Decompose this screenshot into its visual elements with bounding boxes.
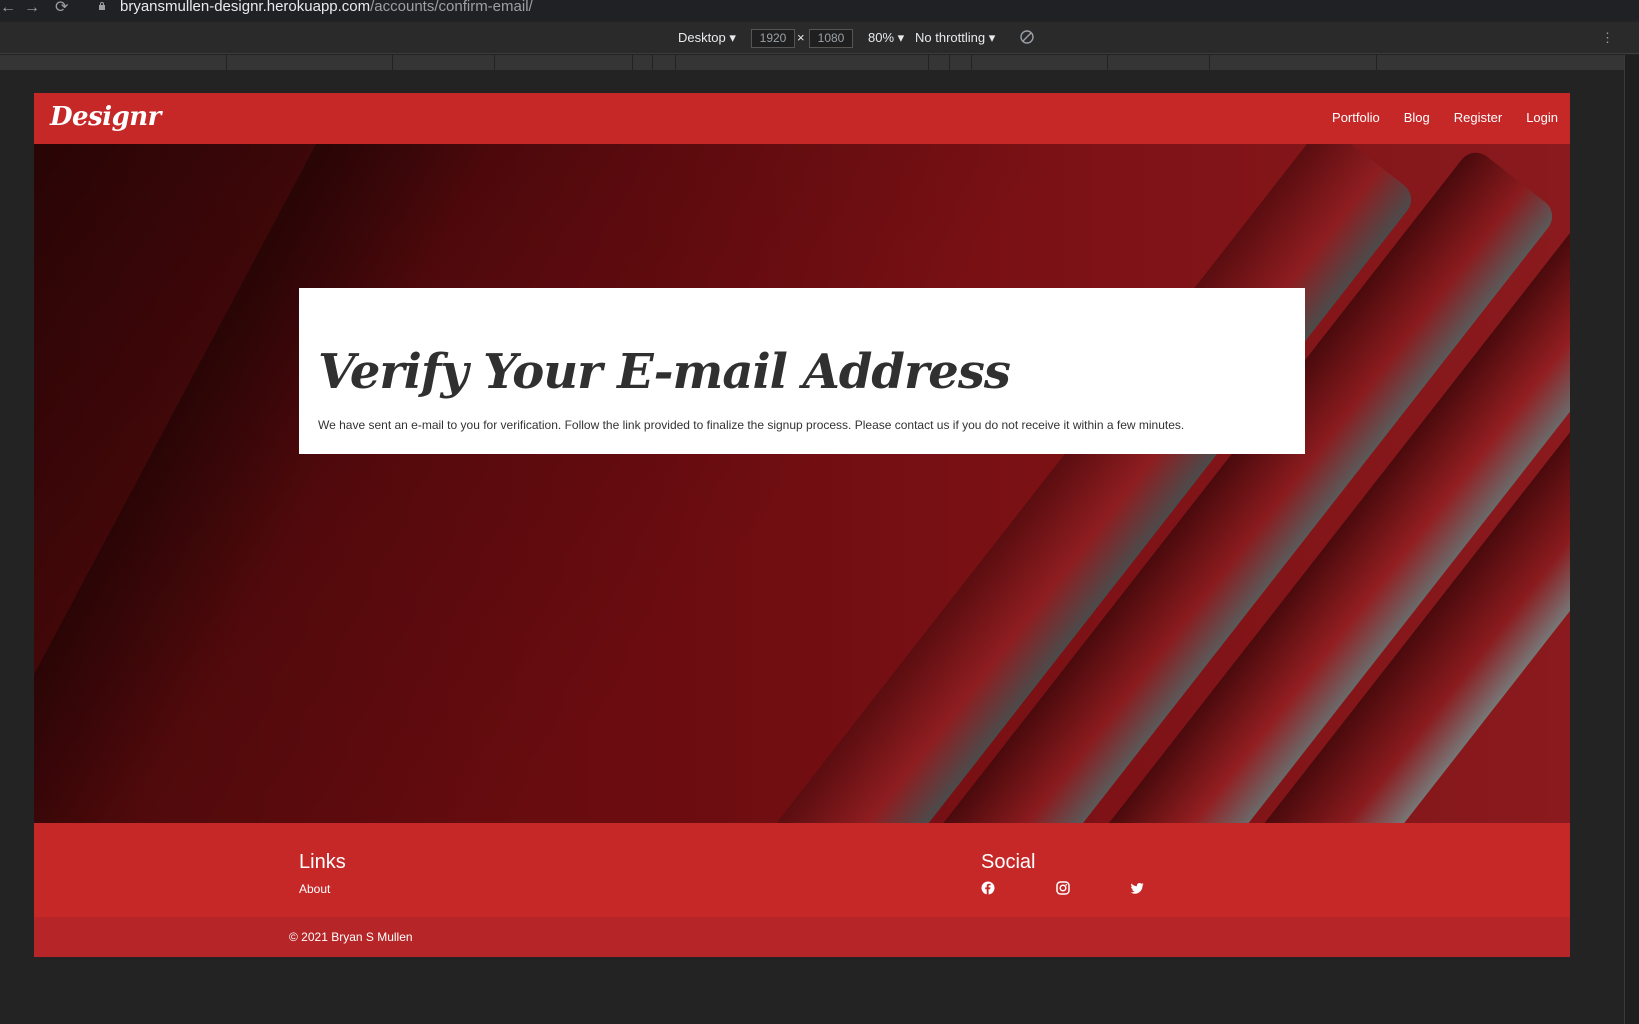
footer-social-title: Social xyxy=(981,851,1036,873)
page-title: Verify Your E-mail Address xyxy=(318,344,1011,400)
footer-links-title: Links xyxy=(299,851,346,873)
more-options-icon[interactable]: ⋮ xyxy=(1601,30,1614,46)
ruler-divider xyxy=(1209,55,1210,70)
height-input[interactable]: 1080 xyxy=(809,29,853,48)
chevron-down-icon: ▾ xyxy=(729,30,736,45)
footer: Links About Social xyxy=(34,823,1570,917)
ruler-divider xyxy=(226,55,227,70)
copyright-bar: © 2021 Bryan S Mullen xyxy=(34,917,1570,957)
ruler-divider xyxy=(928,55,929,70)
device-toolbar: Desktop ▾ 1920 × 1080 80% ▾ No throttlin… xyxy=(0,22,1639,54)
nav-link-portfolio[interactable]: Portfolio xyxy=(1332,110,1380,125)
url-host: bryansmullen-designr.herokuapp.com xyxy=(120,0,371,15)
throttling-label: No throttling xyxy=(915,30,986,45)
ruler-divider xyxy=(675,55,676,70)
url-path: /accounts/confirm-email/ xyxy=(370,0,533,15)
twitter-icon[interactable] xyxy=(1130,881,1144,895)
hero-background: Verify Your E-mail Address We have sent … xyxy=(34,144,1570,823)
ruler-divider xyxy=(949,55,950,70)
back-arrow-icon[interactable]: ← xyxy=(0,0,16,16)
zoom-label: 80% xyxy=(868,30,895,45)
brand-logo[interactable]: Designr xyxy=(50,102,161,132)
devtools-toggle[interactable] xyxy=(1624,22,1639,53)
ruler-divider xyxy=(971,55,972,70)
zoom-select[interactable]: 80% ▾ xyxy=(868,30,904,46)
reload-icon[interactable]: ⟳ xyxy=(55,0,68,16)
ruler-divider xyxy=(652,55,653,70)
ruler-divider xyxy=(494,55,495,70)
ruler-divider xyxy=(632,55,633,70)
facebook-icon[interactable] xyxy=(981,881,995,895)
media-query-ruler xyxy=(0,55,1625,70)
times-icon: × xyxy=(797,30,805,45)
throttling-select[interactable]: No throttling ▾ xyxy=(915,30,995,46)
ruler-divider xyxy=(392,55,393,70)
width-input[interactable]: 1920 xyxy=(751,29,795,48)
verification-message: We have sent an e-mail to you for verifi… xyxy=(318,418,1185,432)
nav-links: Portfolio Blog Register Login xyxy=(1332,110,1558,125)
forward-arrow-icon[interactable]: → xyxy=(24,0,40,16)
copyright-text: © 2021 Bryan S Mullen xyxy=(289,930,413,944)
device-select[interactable]: Desktop ▾ xyxy=(678,30,736,46)
nav-link-login[interactable]: Login xyxy=(1526,110,1558,125)
address-field[interactable]: bryansmullen-designr.herokuapp.com/accou… xyxy=(120,0,533,15)
device-label: Desktop xyxy=(678,30,726,45)
verify-email-card: Verify Your E-mail Address We have sent … xyxy=(299,288,1305,454)
rotate-icon[interactable] xyxy=(1020,30,1034,44)
instagram-icon[interactable] xyxy=(1056,881,1070,895)
devtools-side-panel[interactable] xyxy=(1624,55,1639,1024)
ruler-divider xyxy=(1107,55,1108,70)
nav-link-register[interactable]: Register xyxy=(1454,110,1502,125)
ruler-divider xyxy=(1376,55,1377,70)
page-viewport: Designr Portfolio Blog Register Login Ve… xyxy=(34,93,1570,957)
navbar: Designr Portfolio Blog Register Login xyxy=(34,93,1570,144)
footer-link-about[interactable]: About xyxy=(299,882,330,896)
chevron-down-icon: ▾ xyxy=(897,30,905,45)
chevron-down-icon: ▾ xyxy=(988,30,996,45)
lock-icon xyxy=(99,2,105,10)
background-shape xyxy=(34,144,500,823)
browser-url-bar: ← → ⟳ bryansmullen-designr.herokuapp.com… xyxy=(0,0,1639,20)
nav-link-blog[interactable]: Blog xyxy=(1404,110,1430,125)
